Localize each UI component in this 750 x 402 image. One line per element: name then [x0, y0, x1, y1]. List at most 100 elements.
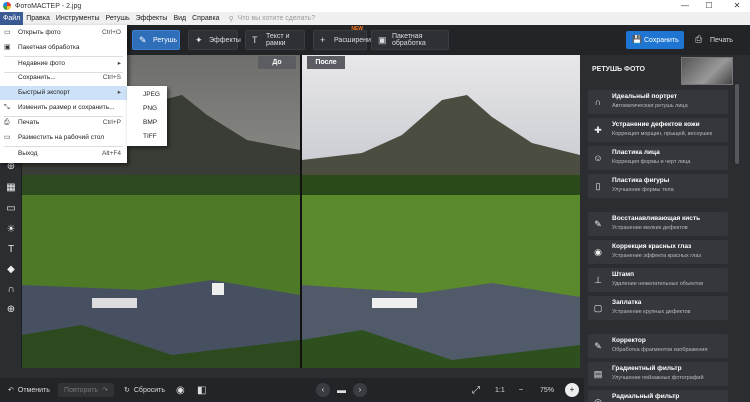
- menu-item-batch[interactable]: ▣ Пакетная обработка: [0, 41, 127, 55]
- tool-patch[interactable]: ▢ Заплатка Устранение крупных дефектов: [588, 296, 728, 320]
- undo-label: Отменить: [17, 386, 50, 394]
- menu-bar: Файл Правка Инструменты Ретушь Эффекты В…: [0, 12, 750, 25]
- menu-item-recent[interactable]: Недавние фото ▸: [0, 57, 127, 71]
- tool-title: Градиентный фильтр: [612, 365, 682, 372]
- menu-item-label: Быстрый экспорт: [18, 89, 70, 96]
- floppy-icon: 💾: [632, 35, 642, 44]
- menu-item-quick-export[interactable]: Быстрый экспорт ▸: [0, 86, 127, 100]
- tab-extensions-label: Расширения: [334, 36, 375, 44]
- prev-icon[interactable]: ‹: [316, 383, 330, 397]
- tool-corrector[interactable]: ✎ Корректор Обработка фрагментов изображен…: [588, 334, 728, 358]
- reset-icon: ↻: [124, 387, 130, 394]
- monitor-icon: ▭: [4, 134, 11, 141]
- print-button[interactable]: ⎙ Печать: [690, 31, 740, 49]
- text-tool-icon[interactable]: T: [4, 243, 18, 257]
- zoom-level: 75%: [540, 386, 555, 394]
- tool-healing-brush[interactable]: ✎ Восстанавливающая кисть Устранение мелки…: [588, 212, 728, 236]
- search-input[interactable]: Что вы хотите сделать?: [238, 15, 315, 22]
- profile-icon[interactable]: ∩: [4, 283, 18, 297]
- export-png[interactable]: PNG: [143, 103, 157, 115]
- tool-subtitle: Улучшение формы тела: [612, 187, 674, 193]
- minimize-button[interactable]: —: [676, 0, 694, 12]
- tool-face-plastic[interactable]: ☺ Пластика лица Коррекция формы и черт лиц…: [588, 146, 728, 170]
- menu-item-save[interactable]: Сохранить... Ctrl+S: [0, 71, 127, 85]
- search-box[interactable]: ⚲ Что вы хотите сделать?: [229, 15, 316, 23]
- fill-icon[interactable]: ◆: [4, 263, 18, 277]
- search-icon: ⚲: [228, 15, 234, 23]
- retouch-panel: РЕТУШЬ ФОТО ∩ Идеальный портрет Автоматиче…: [584, 55, 750, 402]
- menu-retouch[interactable]: Ретушь: [103, 12, 133, 25]
- zoom-out-icon[interactable]: −: [514, 383, 528, 397]
- export-bmp[interactable]: BMP: [143, 117, 157, 129]
- tool-title: Корректор: [612, 337, 646, 344]
- tool-body-plastic[interactable]: ▯ Пластика фигуры Улучшение формы тела: [588, 174, 728, 198]
- tool-subtitle: Коррекция формы и черт лица: [612, 159, 691, 165]
- menu-help[interactable]: Справка: [189, 12, 222, 25]
- grid-icon[interactable]: ▦: [4, 181, 18, 195]
- redo-button[interactable]: Повторить ↷: [58, 383, 115, 397]
- menu-item-set-wallpaper[interactable]: ▭ Разместить на рабочий стол: [0, 131, 127, 145]
- tab-effects-label: Эффекты: [209, 36, 241, 44]
- images-icon: ▣: [378, 35, 387, 45]
- app-logo-icon: [3, 2, 11, 10]
- redo-label: Повторить: [64, 386, 99, 394]
- tab-extensions[interactable]: + Расширения NEW: [313, 26, 375, 50]
- frame-icon[interactable]: ▭: [4, 202, 18, 216]
- menu-item-resize-save[interactable]: ⤡ Изменить размер и сохранить...: [0, 101, 127, 115]
- tool-stamp[interactable]: ⊥ Штамп Удаление нежелательных объектов: [588, 268, 728, 292]
- tool-gradient-filter[interactable]: ▤ Градиентный фильтр Улучшение пейзажных ф…: [588, 362, 728, 386]
- menu-item-shortcut: Ctrl+O: [102, 29, 121, 36]
- reset-button[interactable]: ↻ Сбросить: [124, 383, 165, 397]
- portrait-thumbnail: [681, 57, 733, 85]
- tool-skin-defects[interactable]: ✚ Устранение дефектов кожи Коррекция морщи…: [588, 118, 728, 142]
- tool-title: Устранение дефектов кожи: [612, 121, 700, 128]
- actual-size-button[interactable]: 1:1: [495, 383, 505, 397]
- reset-label: Сбросить: [133, 386, 165, 394]
- tool-perfect-portrait[interactable]: ∩ Идеальный портрет Автоматическая ретушь …: [588, 90, 728, 114]
- new-badge: NEW: [351, 26, 363, 32]
- export-tiff[interactable]: TIFF: [143, 131, 157, 143]
- compare-icon[interactable]: ◧: [197, 383, 206, 397]
- menu-file[interactable]: Файл: [0, 12, 24, 25]
- folder-icon[interactable]: ▬: [337, 383, 346, 397]
- menu-effects[interactable]: Эффекты: [133, 12, 171, 25]
- tab-batch[interactable]: ▣ Пакетная обработка: [371, 30, 449, 50]
- undo-button[interactable]: ↶ Отменить: [8, 383, 50, 397]
- save-button[interactable]: 💾 Сохранить: [626, 31, 684, 49]
- menu-item-print[interactable]: ⎙ Печать Ctrl+P: [0, 116, 127, 130]
- menu-item-label: Изменить размер и сохранить...: [18, 104, 115, 111]
- tab-batch-label: Пакетная обработка: [392, 33, 426, 47]
- globe-icon[interactable]: ⊕: [4, 303, 18, 317]
- tool-subtitle: Устранение эффекта красных глаз: [612, 253, 701, 259]
- eye-icon: ◉: [594, 247, 602, 257]
- export-jpeg[interactable]: JPEG: [143, 89, 160, 101]
- maximize-button[interactable]: ☐: [700, 0, 718, 12]
- eye-icon[interactable]: ◉: [176, 383, 185, 397]
- menu-edit[interactable]: Правка: [23, 12, 53, 25]
- menu-item-open[interactable]: ▭ Открыть фото Ctrl+O: [0, 26, 127, 40]
- tab-effects[interactable]: ✦ Эффекты: [188, 30, 241, 50]
- panel-scrollbar[interactable]: [735, 84, 739, 164]
- tool-subtitle: Удаление нежелательных объектов: [612, 281, 704, 287]
- tool-subtitle: Обработка фрагментов изображения: [612, 347, 708, 353]
- tool-subtitle: Устранение крупных дефектов: [612, 309, 691, 315]
- menu-item-label: Разместить на рабочий стол: [18, 134, 105, 141]
- compare-divider[interactable]: [300, 55, 302, 368]
- healing-brush-icon: ✎: [594, 219, 602, 229]
- tab-retouch-label: Ретушь: [153, 36, 178, 44]
- zoom-in-icon[interactable]: +: [565, 383, 579, 397]
- tab-text-frames[interactable]: T Текст и рамки: [245, 30, 305, 50]
- menu-item-label: Недавние фото: [18, 60, 66, 67]
- menu-view[interactable]: Вид: [170, 12, 189, 25]
- tool-radial-filter[interactable]: ◎ Радиальный фильтр: [588, 390, 728, 402]
- brightness-icon[interactable]: ☀: [4, 223, 18, 237]
- menu-item-exit[interactable]: Выход Alt+F4: [0, 147, 127, 161]
- save-button-label: Сохранить: [644, 36, 679, 44]
- tool-red-eye[interactable]: ◉ Коррекция красных глаз Устранение эффект…: [588, 240, 728, 264]
- fit-screen-icon[interactable]: ⤢: [472, 383, 480, 397]
- tab-retouch[interactable]: ✎ Ретушь: [132, 30, 180, 50]
- menu-item-label: Открыть фото: [18, 29, 61, 36]
- menu-tools[interactable]: Инструменты: [53, 12, 103, 25]
- next-icon[interactable]: ›: [353, 383, 367, 397]
- close-button[interactable]: ✕: [728, 0, 746, 12]
